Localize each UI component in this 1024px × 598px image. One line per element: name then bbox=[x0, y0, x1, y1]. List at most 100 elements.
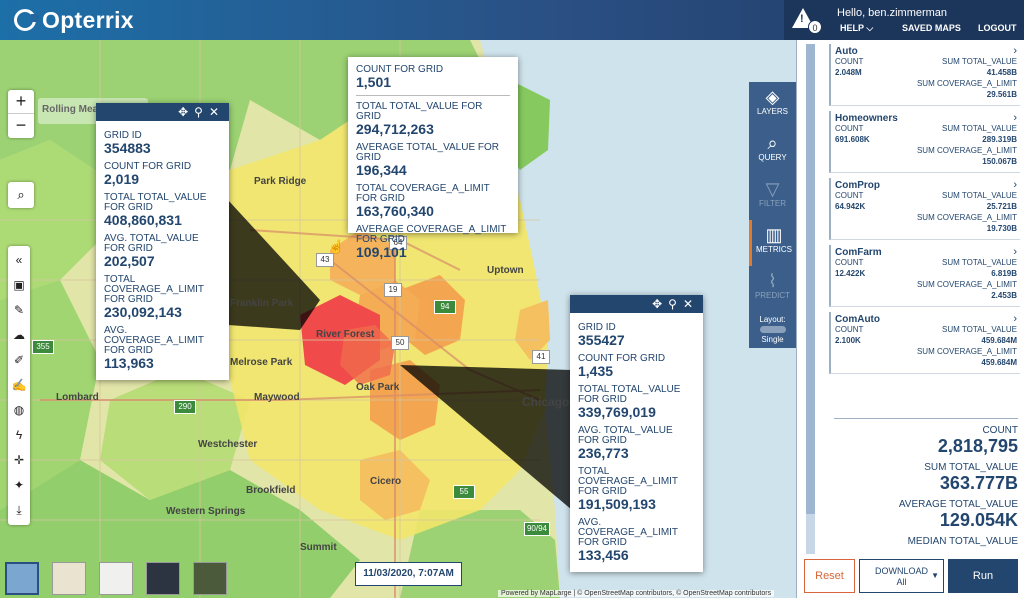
card-comauto[interactable]: ComAuto › COUNT SUM TOTAL_VALUE 2.100K 459… bbox=[829, 312, 1020, 374]
zoom-out-button[interactable]: − bbox=[8, 114, 34, 138]
road-shield-94: 94 bbox=[434, 300, 456, 314]
avg-value: 236,773 bbox=[578, 445, 629, 461]
logo-text: Opterrix bbox=[42, 6, 134, 33]
total-avg-value: 129.054K bbox=[939, 510, 1018, 530]
road-shield-41: 41 bbox=[532, 350, 550, 364]
alert-button[interactable]: ! 0 bbox=[790, 6, 822, 36]
close-icon[interactable]: ✕ bbox=[683, 297, 699, 311]
note-icon[interactable]: ✍ bbox=[8, 373, 30, 398]
pin-icon[interactable]: ⚲ bbox=[194, 105, 209, 119]
metrics-tool[interactable]: ▥ METRICS bbox=[749, 220, 796, 266]
total-cov-label: TOTAL COVERAGE_A_LIMIT FOR GRID bbox=[104, 274, 204, 305]
chevron-right-icon: › bbox=[1013, 112, 1017, 124]
basemap-thumb-5[interactable] bbox=[193, 562, 227, 595]
grid-popup-right: ✥⚲✕ GRID ID 355427 COUNT FOR GRID 1,435 … bbox=[570, 295, 703, 572]
collapse-icon[interactable]: « bbox=[8, 248, 30, 273]
avg-value-label: AVERAGE TOTAL_VALUE FOR GRID bbox=[356, 142, 500, 163]
total-cov-value: 163,760,340 bbox=[356, 203, 434, 219]
layers-icon: ◈ bbox=[765, 87, 780, 107]
total-median-label: MEDIAN TOTAL_VALUE bbox=[907, 536, 1018, 547]
total-value: 339,769,019 bbox=[578, 404, 656, 420]
place-label-oak-park: Oak Park bbox=[356, 382, 400, 393]
popup-header: ✥⚲✕ bbox=[570, 295, 703, 313]
logo[interactable]: Opterrix bbox=[14, 6, 134, 34]
avg-cov-value: 109,101 bbox=[356, 244, 407, 260]
basemap-thumb-3[interactable] bbox=[99, 562, 133, 595]
place-label-park-ridge: Park Ridge bbox=[254, 176, 307, 187]
count-value: 1,435 bbox=[578, 363, 614, 379]
avg-cov-value: 133,456 bbox=[578, 547, 629, 563]
download-button[interactable]: DOWNLOAD All ▼ bbox=[859, 559, 944, 593]
grid-id-value: 355427 bbox=[578, 332, 625, 348]
panel-scroll-thumb[interactable] bbox=[806, 44, 815, 514]
card-comprop[interactable]: ComProp › COUNT SUM TOTAL_VALUE 64.942K 25… bbox=[829, 178, 1020, 240]
avg-value: 202,507 bbox=[104, 253, 155, 269]
predict-icon: ⌇ bbox=[768, 271, 777, 291]
move-icon[interactable]: ✥ bbox=[178, 105, 194, 119]
card-comfarm[interactable]: ComFarm › COUNT SUM TOTAL_VALUE 12.422K 6.… bbox=[829, 245, 1020, 307]
road-shield-290: 290 bbox=[174, 400, 196, 414]
download-icon[interactable]: ⤓ bbox=[8, 498, 30, 523]
bar-chart-icon: ▥ bbox=[765, 225, 783, 245]
basemap-thumb-4[interactable] bbox=[146, 562, 180, 595]
query-area-icon[interactable]: ⌕ bbox=[8, 182, 34, 208]
card-auto[interactable]: Auto › COUNT SUM TOTAL_VALUE 2.048M 41.458… bbox=[829, 44, 1020, 106]
road-shield-355: 355 bbox=[32, 340, 54, 354]
place-label-river-forest: River Forest bbox=[316, 329, 375, 340]
place-label-lombard: Lombard bbox=[56, 392, 99, 403]
place-label-summit: Summit bbox=[300, 542, 337, 553]
total-value-label: TOTAL TOTAL_VALUE FOR GRID bbox=[104, 192, 207, 213]
total-sum-value: 363.777B bbox=[939, 473, 1018, 493]
basemap-thumb-2[interactable] bbox=[52, 562, 86, 595]
cloud-upload-icon[interactable]: ☁ bbox=[8, 323, 30, 348]
place-label-melrose-park: Melrose Park bbox=[230, 357, 293, 368]
save-icon[interactable]: ▣ bbox=[8, 273, 30, 298]
chevron-right-icon: › bbox=[1013, 45, 1017, 57]
lightning-icon[interactable]: ϟ bbox=[8, 423, 30, 448]
logout-link[interactable]: LOGOUT bbox=[978, 23, 1017, 33]
map-attribution: Powered by MapLarge | © OpenStreetMap co… bbox=[498, 590, 775, 597]
layers-tool[interactable]: ◈ LAYERS bbox=[749, 82, 796, 128]
card-homeowners[interactable]: Homeowners › COUNT SUM TOTAL_VALUE 691.60… bbox=[829, 111, 1020, 173]
reset-button[interactable]: Reset bbox=[804, 559, 855, 593]
run-button[interactable]: Run bbox=[948, 559, 1018, 593]
road-shield-90-94: 90/94 bbox=[524, 522, 550, 536]
total-cov-label: TOTAL COVERAGE_A_LIMIT FOR GRID bbox=[356, 183, 490, 204]
map-canvas[interactable]: Park Ridge Melrose Park Maywood Oak Park… bbox=[0, 40, 795, 598]
twitter-icon[interactable]: ✦ bbox=[8, 473, 30, 498]
place-label-western-springs: Western Springs bbox=[166, 506, 246, 517]
edit-icon[interactable]: ✐ bbox=[8, 348, 30, 373]
place-label-uptown: Uptown bbox=[487, 265, 524, 276]
layout-toggle[interactable]: Layout: Single bbox=[749, 312, 796, 348]
basemap-thumbnails bbox=[5, 562, 227, 595]
zoom-in-button[interactable]: + bbox=[8, 90, 34, 114]
predict-tool[interactable]: ⌇ PREDICT bbox=[749, 266, 796, 312]
query-tool[interactable]: ⌕ QUERY bbox=[749, 128, 796, 174]
avg-value-label: AVG. TOTAL_VALUE FOR GRID bbox=[578, 425, 673, 446]
cursor-hand-icon: ☝ bbox=[328, 239, 345, 254]
place-label-westchester: Westchester bbox=[198, 439, 258, 450]
wrench-icon[interactable]: ✎ bbox=[8, 298, 30, 323]
toggle-switch[interactable] bbox=[759, 326, 786, 333]
pin-icon[interactable]: ⚲ bbox=[668, 297, 683, 311]
map-toolbar: « ▣ ✎ ☁ ✐ ✍ ◍ ϟ ✛ ✦ ⤓ bbox=[8, 246, 30, 525]
caret-down-icon: ▼ bbox=[931, 571, 939, 580]
avg-value-label: AVG. TOTAL_VALUE FOR GRID bbox=[104, 233, 199, 254]
saved-maps-link[interactable]: SAVED MAPS bbox=[902, 23, 961, 33]
total-sum-label: SUM TOTAL_VALUE bbox=[924, 462, 1018, 473]
total-avg-label: AVERAGE TOTAL_VALUE bbox=[898, 499, 1018, 510]
globe-icon[interactable]: ◍ bbox=[8, 398, 30, 423]
move-icon[interactable]: ✥ bbox=[652, 297, 668, 311]
avg-cov-label: AVG. COVERAGE_A_LIMIT FOR GRID bbox=[104, 325, 204, 356]
grid-id-value: 354883 bbox=[104, 140, 151, 156]
close-icon[interactable]: ✕ bbox=[209, 105, 225, 119]
total-cov-label: TOTAL COVERAGE_A_LIMIT FOR GRID bbox=[578, 466, 678, 497]
filter-tool[interactable]: ▽ FILTER bbox=[749, 174, 796, 220]
basemap-thumb-1[interactable] bbox=[5, 562, 39, 595]
total-cov-value: 191,509,193 bbox=[578, 496, 656, 512]
crosshair-icon[interactable]: ✛ bbox=[8, 448, 30, 473]
road-shield-50: 50 bbox=[391, 336, 409, 350]
road-shield-19: 19 bbox=[384, 283, 402, 297]
grid-popup-left: ✥⚲✕ GRID ID 354883 COUNT FOR GRID 2,019 … bbox=[96, 103, 229, 380]
help-menu[interactable]: HELP ⌵ bbox=[840, 23, 873, 34]
